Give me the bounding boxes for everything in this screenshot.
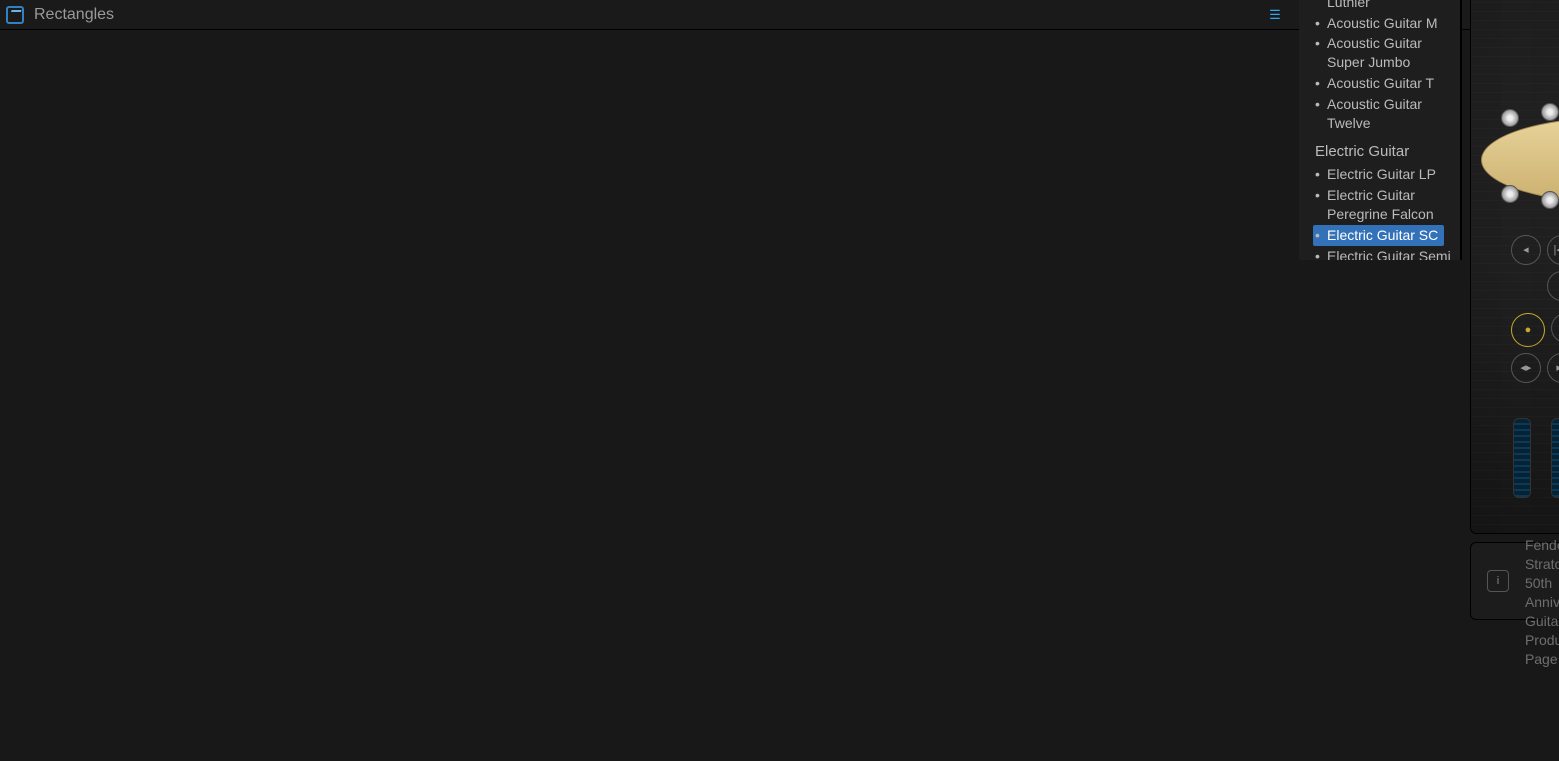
pitch-wheel[interactable] xyxy=(1513,418,1531,498)
info-desc: Fender Stratocaster 50th Anniversary Gui… xyxy=(1525,536,1559,668)
mod-wheel[interactable] xyxy=(1551,418,1559,498)
shuffle-button[interactable]: ▸◂ xyxy=(1547,353,1559,383)
app-logo xyxy=(6,6,24,24)
next-button[interactable]: ▸ xyxy=(1547,271,1559,301)
sidebar: List Thumbnail Acoustic GuitarAcoustic G… xyxy=(1299,0,1462,260)
instrument-list: Acoustic GuitarAcoustic Guitar LuthierAc… xyxy=(1299,0,1460,260)
list-item[interactable]: Acoustic Guitar T xyxy=(1313,73,1460,94)
list-item[interactable]: Electric Guitar SC xyxy=(1313,225,1444,246)
list-item[interactable]: Electric Guitar Peregrine Falcon xyxy=(1313,185,1460,225)
control-row: ◂ |◂▸| ▸ ● ❚❚ ◂▸ ▸◂ ▾ ♾ DI xyxy=(1481,263,1559,383)
list-item[interactable]: Electric Guitar Semi Hollow xyxy=(1313,246,1460,260)
record-transport[interactable]: ● xyxy=(1511,313,1545,347)
headstock xyxy=(1481,99,1559,219)
pause-button[interactable]: ❚❚ xyxy=(1551,313,1559,343)
transport: ◂ |◂▸| ▸ ● ❚❚ ◂▸ ▸◂ xyxy=(1481,235,1559,383)
loop-button[interactable]: ◂▸ xyxy=(1511,353,1541,383)
skip-back-button[interactable]: |◂▸| xyxy=(1547,235,1559,265)
info-icon[interactable]: i xyxy=(1487,570,1509,592)
group-title: Electric Guitar xyxy=(1313,140,1460,164)
prev-button[interactable]: ◂ xyxy=(1511,235,1541,265)
window-title: Rectangles xyxy=(34,4,1261,26)
list-item[interactable]: Acoustic Guitar Super Jumbo xyxy=(1313,33,1460,73)
list-item[interactable]: Acoustic Guitar M xyxy=(1313,13,1460,34)
list-item[interactable]: Acoustic Guitar Twelve xyxy=(1313,94,1460,134)
list-item[interactable]: Electric Guitar LP xyxy=(1313,164,1460,185)
list-item[interactable]: Acoustic Guitar Luthier xyxy=(1313,0,1460,13)
info-dock: i Ample Guitar SC Fender Stratocaster 50… xyxy=(1470,542,1559,620)
plugin-panel: ◀ Default ▶ ≡ AMPLE GUITAR SC 0.0 1.0 5 xyxy=(1470,0,1559,534)
list-view-icon[interactable]: ☰ xyxy=(1261,4,1289,26)
